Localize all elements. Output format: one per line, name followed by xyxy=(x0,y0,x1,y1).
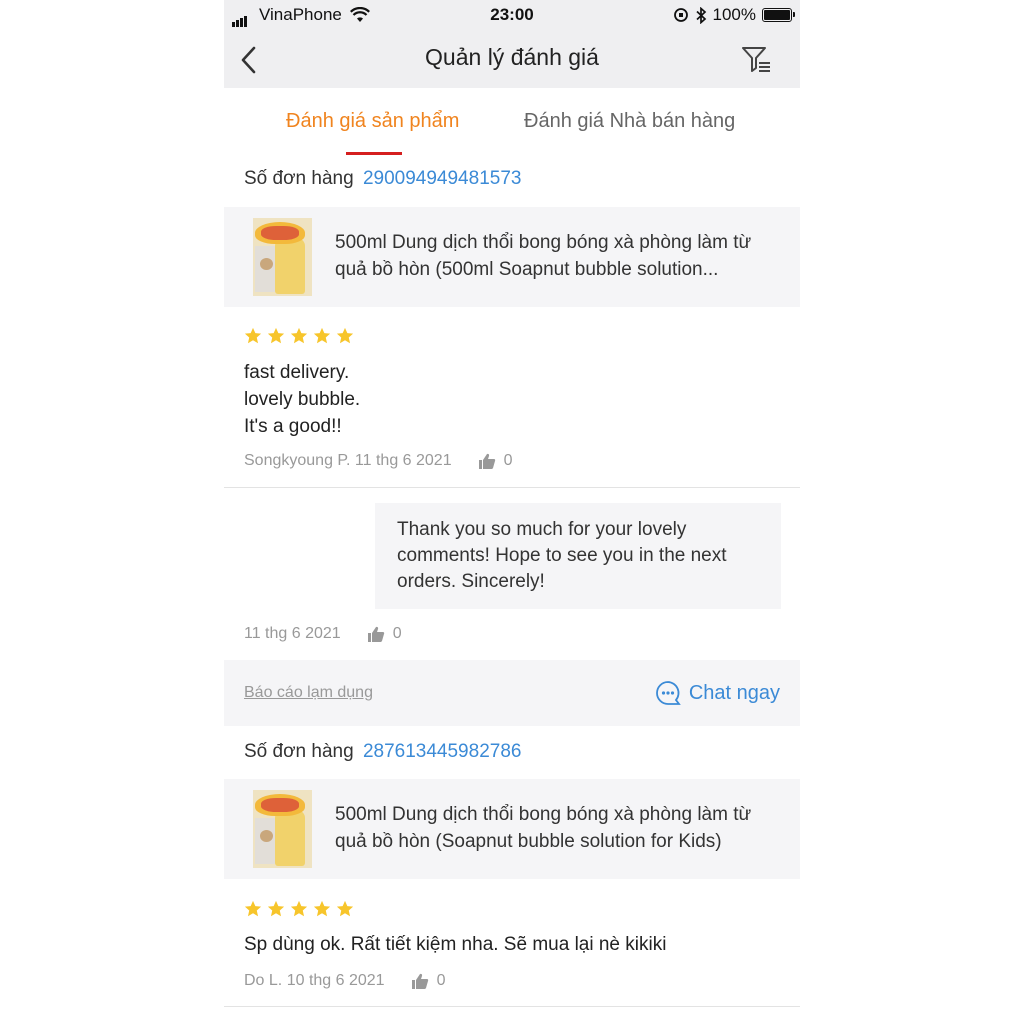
star-icon xyxy=(267,327,285,344)
active-tab-indicator xyxy=(346,152,402,155)
chat-now-label: Chat ngay xyxy=(688,681,780,704)
review-author: Do L. xyxy=(244,972,283,989)
product-thumbnail xyxy=(253,790,312,868)
like-count: 0 xyxy=(436,972,446,989)
star-rating xyxy=(244,900,354,918)
order-label: Số đơn hàng xyxy=(244,168,354,189)
thumbs-up-icon xyxy=(478,453,495,469)
review-date: 10 thg 6 2021 xyxy=(286,972,385,989)
like-button[interactable]: 0 xyxy=(411,972,446,990)
order-number-link[interactable]: 287613445982786 xyxy=(363,741,522,762)
thumbs-up-icon xyxy=(367,626,384,642)
star-icon xyxy=(336,327,354,344)
page-title: Quản lý đánh giá xyxy=(425,44,599,70)
order-number-row: Số đơn hàng 290094949481573 xyxy=(244,168,521,190)
like-button[interactable]: 0 xyxy=(478,452,513,470)
review-actions-bar: Báo cáo lạm dụng Chat ngay xyxy=(224,660,800,726)
chat-bubble-icon xyxy=(656,681,681,705)
review-date: 11 thg 6 2021 xyxy=(354,452,452,469)
seller-reply-text: Thank you so much for your lovely commen… xyxy=(397,519,727,592)
like-count: 0 xyxy=(503,452,513,469)
filter-icon[interactable] xyxy=(740,44,774,74)
reply-date: 11 thg 6 2021 xyxy=(244,625,341,642)
review-author: Songkyoung P. xyxy=(244,452,351,469)
star-icon xyxy=(313,900,331,917)
star-icon xyxy=(290,327,308,344)
review-comment: Sp dùng ok. Rất tiết kiệm nha. Sẽ mua lạ… xyxy=(244,934,667,955)
battery-icon xyxy=(762,8,795,22)
reply-meta: 11 thg 6 2021 0 xyxy=(244,625,402,643)
product-title: 500ml Dung dịch thổi bong bóng xà phòng … xyxy=(335,804,752,852)
review-meta: Songkyoung P. 11 thg 6 2021 0 xyxy=(244,452,513,470)
report-abuse-link[interactable]: Báo cáo lạm dụng xyxy=(244,684,373,702)
order-label: Số đơn hàng xyxy=(244,741,354,762)
bluetooth-icon xyxy=(695,6,706,24)
star-icon xyxy=(244,327,262,344)
product-card[interactable]: 500ml Dung dịch thổi bong bóng xà phòng … xyxy=(224,207,800,307)
review-meta: Do L. 10 thg 6 2021 0 xyxy=(244,972,445,990)
product-card[interactable]: 500ml Dung dịch thổi bong bóng xà phòng … xyxy=(224,779,800,879)
like-count: 0 xyxy=(392,625,402,642)
thumbs-up-icon xyxy=(411,973,428,989)
orientation-lock-icon xyxy=(673,8,688,22)
like-button[interactable]: 0 xyxy=(367,625,402,643)
order-number-link[interactable]: 290094949481573 xyxy=(363,168,522,189)
star-icon xyxy=(267,900,285,917)
divider xyxy=(224,487,800,488)
review-comment: fast delivery. lovely bubble. It's a goo… xyxy=(244,362,361,437)
nav-bar: Quản lý đánh giá xyxy=(224,30,800,88)
star-icon xyxy=(313,327,331,344)
star-icon xyxy=(290,900,308,917)
seller-reply: Thank you so much for your lovely commen… xyxy=(375,503,781,609)
tab-bar: Đánh giá sản phẩm Đánh giá Nhà bán hàng xyxy=(224,88,800,158)
star-icon xyxy=(244,900,262,917)
star-icon xyxy=(336,900,354,917)
app-screen: VinaPhone 23:00 100% Quản lý đánh giá Đá… xyxy=(224,0,800,1024)
tab-seller-reviews[interactable]: Đánh giá Nhà bán hàng xyxy=(524,110,735,133)
star-rating xyxy=(244,327,354,345)
status-bar: VinaPhone 23:00 100% xyxy=(224,0,800,30)
divider xyxy=(224,1006,800,1007)
battery-percent: 100% xyxy=(712,5,756,24)
order-number-row: Số đơn hàng 287613445982786 xyxy=(244,741,521,763)
product-title: 500ml Dung dịch thổi bong bóng xà phòng … xyxy=(335,232,752,280)
tab-product-reviews[interactable]: Đánh giá sản phẩm xyxy=(286,110,459,133)
status-right: 100% xyxy=(673,5,795,25)
chat-now-button[interactable]: Chat ngay xyxy=(655,680,780,706)
product-thumbnail xyxy=(253,218,312,296)
